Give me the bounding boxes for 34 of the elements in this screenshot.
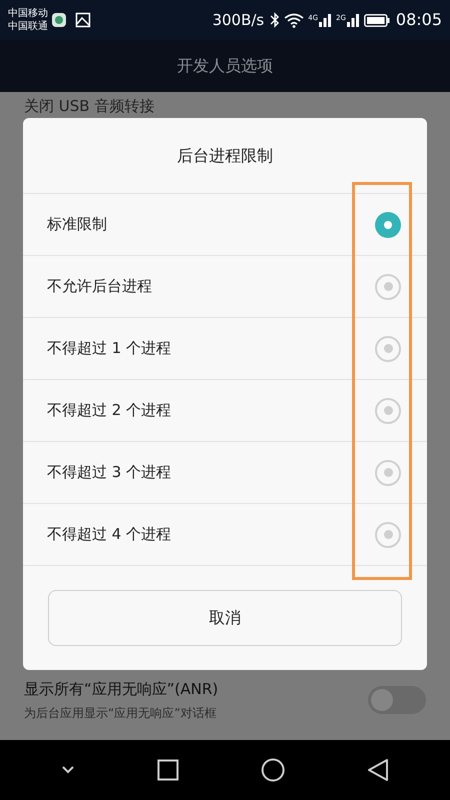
carrier-name: 中国联通	[8, 20, 48, 33]
toggle-switch[interactable]	[368, 686, 426, 714]
setting-subtitle: 为后台应用显示“应用无响应”对话框	[24, 705, 218, 722]
wifi-icon	[284, 12, 304, 28]
radio-button[interactable]	[375, 460, 401, 486]
radio-button[interactable]	[375, 398, 401, 424]
network-speed: 300B/s	[212, 10, 264, 31]
radio-button[interactable]	[375, 212, 401, 238]
option-row[interactable]: 不得超过 2 个进程	[23, 380, 427, 442]
image-icon	[75, 12, 91, 28]
option-row[interactable]: 标准限制	[23, 194, 427, 256]
carrier-name: 中国移动	[8, 7, 48, 20]
clock-time: 08:05	[396, 9, 442, 31]
cancel-button[interactable]: 取消	[48, 590, 402, 646]
signal-icon	[318, 13, 332, 27]
option-row[interactable]: 不允许后台进程	[23, 256, 427, 318]
dialog-title: 后台进程限制	[177, 144, 273, 166]
home-icon[interactable]	[261, 758, 285, 782]
app-icon	[51, 12, 67, 28]
setting-title: 显示所有“应用无响应”(ANR)	[24, 678, 220, 700]
radio-button[interactable]	[375, 274, 401, 300]
radio-button[interactable]	[375, 522, 401, 548]
signal-icon	[346, 13, 360, 27]
page-title: 开发人员选项	[177, 55, 273, 77]
battery-icon	[364, 14, 390, 26]
setting-title: 关闭 USB 音频转接	[24, 98, 154, 114]
recents-icon[interactable]	[157, 759, 179, 781]
option-row[interactable]: 不得超过 3 个进程	[23, 442, 427, 504]
back-icon[interactable]	[367, 758, 389, 782]
bluetooth-icon	[270, 12, 280, 28]
radio-button[interactable]	[375, 336, 401, 362]
option-row[interactable]: 不得超过 1 个进程	[23, 318, 427, 380]
option-row[interactable]: 不得超过 4 个进程	[23, 504, 427, 566]
chevron-down-icon[interactable]	[61, 765, 75, 775]
